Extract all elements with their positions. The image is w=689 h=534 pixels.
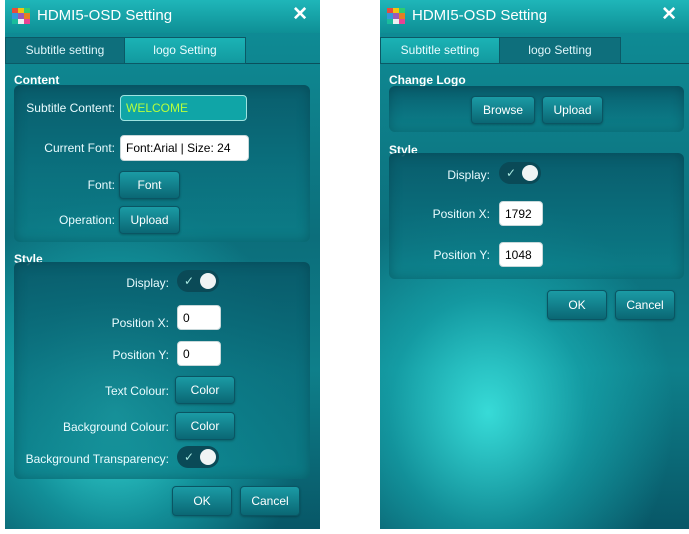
title-bar[interactable]: HDMI5-OSD Setting ✕ (5, 0, 320, 33)
cancel-button[interactable]: Cancel (240, 486, 300, 516)
close-icon[interactable]: ✕ (292, 4, 308, 26)
text-colour-button[interactable]: Color (175, 376, 235, 404)
font-label: Font: (87, 178, 115, 192)
app-icon (387, 8, 405, 24)
check-icon: ✓ (184, 274, 195, 288)
current-font-field (120, 135, 249, 161)
toggle-knob (522, 165, 538, 181)
osd-setting-window-logo: HDMI5-OSD Setting ✕ Subtitle setting log… (380, 0, 689, 529)
position-x-input[interactable] (177, 305, 221, 330)
tab-bar: Subtitle setting logo Setting (5, 33, 320, 64)
text-colour-label: Text Colour: (104, 384, 169, 398)
subtitle-content-input[interactable] (120, 95, 247, 121)
background-transparency-label: Background Transparency: (25, 452, 169, 466)
display-toggle[interactable]: ✓ (499, 162, 541, 184)
upload-button[interactable]: Upload (542, 96, 603, 124)
style-panel (14, 262, 310, 479)
display-label: Display: (447, 168, 490, 182)
background-colour-button[interactable]: Color (175, 412, 235, 440)
subtitle-content-label: Subtitle Content: (26, 101, 115, 115)
change-logo-panel (389, 86, 684, 132)
toggle-knob (200, 449, 216, 465)
operation-label: Operation: (58, 213, 115, 227)
osd-setting-window-subtitle: HDMI5-OSD Setting ✕ Subtitle setting log… (5, 0, 320, 529)
check-icon: ✓ (506, 166, 517, 180)
background-colour-label: Background Colour: (62, 420, 169, 434)
upload-button[interactable]: Upload (119, 206, 180, 234)
title-bar[interactable]: HDMI5-OSD Setting ✕ (380, 0, 689, 33)
cancel-button[interactable]: Cancel (615, 290, 675, 320)
tab-logo-setting[interactable]: logo Setting (499, 37, 621, 64)
position-y-input[interactable] (177, 341, 221, 366)
position-x-input[interactable] (499, 201, 543, 226)
window-title: HDMI5-OSD Setting (37, 7, 173, 24)
check-icon: ✓ (184, 450, 195, 464)
position-y-input[interactable] (499, 242, 543, 267)
tab-logo-setting[interactable]: logo Setting (124, 37, 246, 64)
position-y-label: Position Y: (112, 348, 169, 362)
change-logo-heading: Change Logo (389, 73, 466, 87)
tab-subtitle-setting[interactable]: Subtitle setting (5, 37, 125, 64)
font-button[interactable]: Font (119, 171, 180, 199)
toggle-knob (200, 273, 216, 289)
position-x-label: Position X: (111, 316, 169, 330)
position-y-label: Position Y: (433, 248, 490, 262)
ok-button[interactable]: OK (547, 290, 607, 320)
app-icon (12, 8, 30, 24)
position-x-label: Position X: (432, 207, 490, 221)
display-label: Display: (126, 276, 169, 290)
ok-button[interactable]: OK (172, 486, 232, 516)
browse-button[interactable]: Browse (471, 96, 535, 124)
window-title: HDMI5-OSD Setting (412, 7, 548, 24)
background-transparency-toggle[interactable]: ✓ (177, 446, 219, 468)
close-icon[interactable]: ✕ (661, 4, 677, 26)
tab-bar: Subtitle setting logo Setting (380, 33, 689, 64)
tab-subtitle-setting[interactable]: Subtitle setting (380, 37, 500, 64)
current-font-label: Current Font: (44, 141, 115, 155)
display-toggle[interactable]: ✓ (177, 270, 219, 292)
